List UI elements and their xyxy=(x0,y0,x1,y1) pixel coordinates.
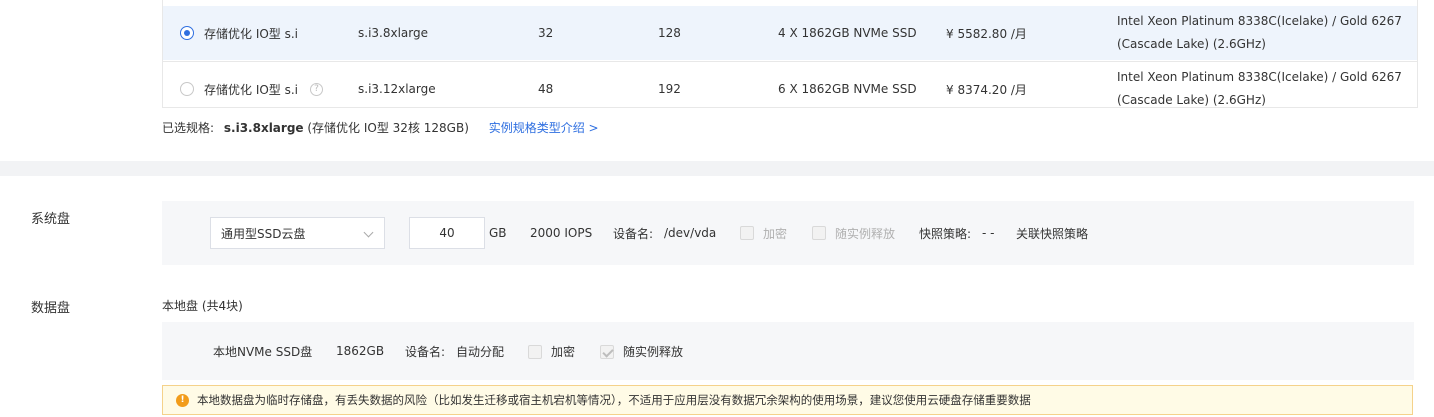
data-device-name-value: 自动分配 xyxy=(456,344,505,359)
memory-size: 128 xyxy=(658,26,681,40)
local-disk: 4 X 1862GB NVMe SSD xyxy=(778,26,917,40)
instance-spec-table: 存储优化 IO型 s.i s.i3.8xlarge 32 128 4 X 186… xyxy=(162,0,1418,108)
instance-family: 存储优化 IO型 s.i xyxy=(204,82,299,97)
local-disk: 6 X 1862GB NVMe SSD xyxy=(778,82,917,96)
data-device-name-label: 设备名: xyxy=(405,344,446,359)
system-disk-label: 系统盘 xyxy=(31,212,71,227)
price: ¥ 5582.80 /月 xyxy=(946,26,1027,41)
question-circle-icon[interactable]: ? xyxy=(310,82,324,96)
encrypt-label: 加密 xyxy=(763,226,788,241)
vcpu-count: 48 xyxy=(538,82,554,96)
disk-size-unit: GB xyxy=(489,226,507,240)
disk-type-value: 通用型SSD云盘 xyxy=(221,226,306,241)
selected-spec-label: 已选规格: xyxy=(162,121,215,135)
spec-radio-selected[interactable] xyxy=(180,26,194,40)
device-name-value: /dev/vda xyxy=(664,226,717,240)
warning-text: 本地数据盘为临时存储盘，有丢失数据的风险（比如发生迁移或宿主机宕机等情况），不适… xyxy=(197,393,1031,407)
selected-spec-summary: 已选规格: s.i3.8xlarge (存储优化 IO型 32核 128GB) … xyxy=(162,119,599,136)
table-row[interactable]: 存储优化 IO型 s.i s.i3.8xlarge 32 128 4 X 186… xyxy=(163,6,1417,60)
encrypt-checkbox[interactable] xyxy=(740,226,754,240)
local-disk-name: 本地NVMe SSD盘 xyxy=(213,344,313,359)
local-disk-title: 本地盘 (共4块) xyxy=(162,299,243,313)
instance-family-cell: 存储优化 IO型 s.i ? xyxy=(204,62,324,116)
disk-size-input[interactable] xyxy=(409,217,485,249)
disk-iops: 2000 IOPS xyxy=(530,226,593,240)
data-release-with-instance-checkbox[interactable] xyxy=(600,345,614,359)
price: ¥ 8374.20 /月 xyxy=(946,82,1027,97)
release-with-instance-checkbox[interactable] xyxy=(812,226,826,240)
disk-type-select[interactable]: 通用型SSD云盘 xyxy=(210,217,385,249)
data-encrypt-checkbox[interactable] xyxy=(528,345,542,359)
exclamation-circle-icon: ! xyxy=(176,393,189,407)
spec-type-intro-link[interactable]: 实例规格类型介绍 > xyxy=(489,121,599,135)
data-release-with-instance-label: 随实例释放 xyxy=(623,344,684,359)
release-with-instance-label: 随实例释放 xyxy=(835,226,896,241)
data-encrypt-label: 加密 xyxy=(551,344,576,359)
instance-family: 存储优化 IO型 s.i xyxy=(204,26,299,41)
local-disk-size: 1862GB xyxy=(336,344,385,358)
selected-spec-value: s.i3.8xlarge xyxy=(223,121,304,135)
data-disk-panel: 本地NVMe SSD盘 1862GB 设备名: 自动分配 加密 随实例释放 xyxy=(162,322,1414,380)
link-snapshot-policy-link[interactable]: 关联快照策略 xyxy=(1016,217,1088,249)
selected-spec-detail: (存储优化 IO型 32核 128GB) xyxy=(307,121,469,135)
snapshot-policy-value: - - xyxy=(982,226,995,240)
memory-size: 192 xyxy=(658,82,681,96)
cpu-model: Intel Xeon Platinum 8338C(Icelake) / Gol… xyxy=(1117,14,1402,51)
chevron-down-icon xyxy=(363,227,374,238)
section-divider xyxy=(0,161,1434,176)
instance-spec: s.i3.8xlarge xyxy=(358,26,428,40)
spec-radio[interactable] xyxy=(180,82,194,96)
cpu-model: Intel Xeon Platinum 8338C(Icelake) / Gol… xyxy=(1117,70,1402,107)
snapshot-policy-label: 快照策略: xyxy=(919,226,972,241)
table-row[interactable]: 存储优化 IO型 s.i ? s.i3.12xlarge 48 192 6 X … xyxy=(163,61,1417,115)
system-disk-panel: 通用型SSD云盘 GB 2000 IOPS 设备名: /dev/vda 加密 随… xyxy=(162,201,1414,265)
device-name-label: 设备名: xyxy=(613,226,654,241)
vcpu-count: 32 xyxy=(538,26,554,40)
instance-spec: s.i3.12xlarge xyxy=(358,82,436,96)
data-disk-label: 数据盘 xyxy=(31,301,71,316)
local-disk-warning: ! 本地数据盘为临时存储盘，有丢失数据的风险（比如发生迁移或宿主机宕机等情况），… xyxy=(162,385,1413,415)
